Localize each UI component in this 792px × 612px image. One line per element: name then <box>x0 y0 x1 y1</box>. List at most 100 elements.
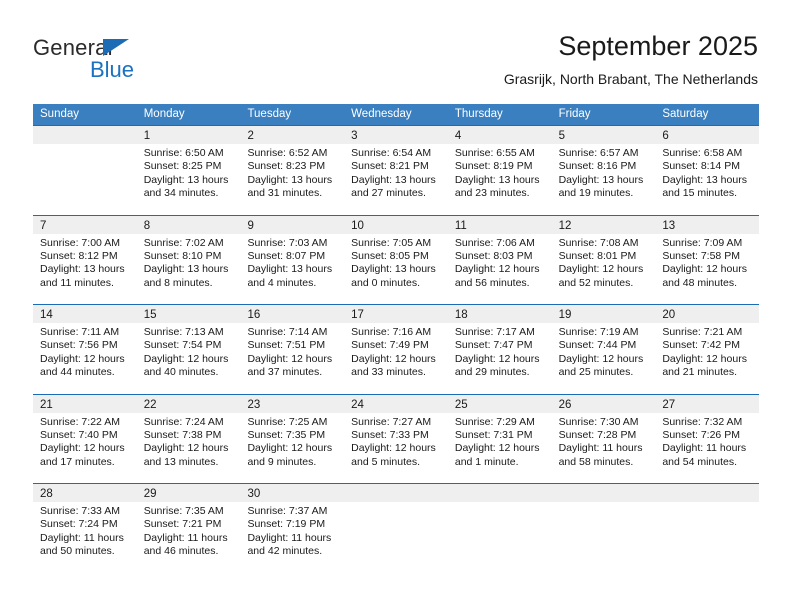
day-cell[interactable]: 1 Sunrise: 6:50 AM Sunset: 8:25 PM Daylight… <box>136 126 241 215</box>
day-number: 13 <box>662 219 676 232</box>
sunrise-text: Sunrise: 6:52 AM <box>247 147 328 159</box>
day-cell[interactable]: 21 Sunrise: 7:22 AM Sunset: 7:40 PM Dayligh… <box>33 394 137 483</box>
day-cell[interactable]: 28 Sunrise: 7:33 AM Sunset: 7:24 PM Dayligh… <box>33 484 137 573</box>
day-cell[interactable]: 17 Sunrise: 7:16 AM Sunset: 7:49 PM Dayligh… <box>344 305 448 394</box>
general-blue-logo: General Blue <box>33 36 233 84</box>
day-sun-info: Sunrise: 7:30 AM Sunset: 7:28 PM Daylight:… <box>552 413 656 470</box>
daylight-text: Daylight: 11 hours and 54 minutes. <box>662 442 747 468</box>
day-sun-info: Sunrise: 7:06 AM Sunset: 8:03 PM Daylight:… <box>448 234 552 291</box>
day-cell[interactable]: 19 Sunrise: 7:19 AM Sunset: 7:44 PM Dayligh… <box>551 305 656 394</box>
sunrise-text: Sunrise: 7:32 AM <box>662 415 743 428</box>
day-cell[interactable]: 25 Sunrise: 7:29 AM Sunset: 7:31 PM Dayligh… <box>447 394 552 483</box>
day-cell[interactable]: 5 Sunrise: 6:57 AM Sunset: 8:16 PM Daylight… <box>551 126 656 215</box>
day-cell[interactable]: 18 Sunrise: 7:17 AM Sunset: 7:47 PM Dayligh… <box>447 305 552 394</box>
day-number: 4 <box>454 130 462 142</box>
sunrise-text: Sunrise: 7:08 AM <box>558 236 639 249</box>
day-number-band: 15 <box>136 305 241 323</box>
day-number: 24 <box>351 398 364 411</box>
sunset-text: Sunset: 7:47 PM <box>454 339 533 352</box>
page-header: General Blue September 2025 Grasrijk, No… <box>0 0 792 104</box>
day-cell[interactable]: 10 Sunrise: 7:05 AM Sunset: 8:05 PM Dayligh… <box>344 215 448 304</box>
day-number-band: 28 <box>33 484 137 502</box>
sunset-text: Sunset: 8:07 PM <box>247 249 326 262</box>
day-number: 28 <box>40 488 53 500</box>
calendar-page: General Blue September 2025 Grasrijk, No… <box>0 0 792 612</box>
day-cell[interactable]: 2 Sunrise: 6:52 AM Sunset: 8:23 PM Daylight… <box>240 126 345 215</box>
day-cell[interactable]: 24 Sunrise: 7:27 AM Sunset: 7:33 PM Dayligh… <box>344 394 448 483</box>
calendar-week-row: 1 Sunrise: 6:50 AM Sunset: 8:25 PM Daylight… <box>33 125 760 215</box>
day-cell[interactable]: 8 Sunrise: 7:02 AM Sunset: 8:10 PM Daylight… <box>136 215 241 304</box>
sunset-text: Sunset: 7:58 PM <box>662 249 740 262</box>
sunrise-text: Sunrise: 6:58 AM <box>662 147 743 159</box>
day-cell[interactable]: 29 Sunrise: 7:35 AM Sunset: 7:21 PM Dayligh… <box>136 484 241 573</box>
sunrise-text: Sunrise: 7:06 AM <box>454 236 535 249</box>
sunset-text: Sunset: 8:05 PM <box>351 249 429 262</box>
day-sun-info: Sunrise: 7:14 AM Sunset: 7:51 PM Daylight:… <box>240 323 344 380</box>
day-cell[interactable]: 20 Sunrise: 7:21 AM Sunset: 7:42 PM Dayligh… <box>655 305 760 394</box>
day-cell[interactable]: 4 Sunrise: 6:55 AM Sunset: 8:19 PM Daylight… <box>447 126 552 215</box>
sunset-text: Sunset: 8:16 PM <box>558 160 637 173</box>
day-number-band: 12 <box>551 215 656 234</box>
sunset-text: Sunset: 7:54 PM <box>143 339 222 352</box>
daylight-text: Daylight: 12 hours and 52 minutes. <box>558 263 644 289</box>
day-cell[interactable]: 14 Sunrise: 7:11 AM Sunset: 7:56 PM Dayligh… <box>33 305 137 394</box>
day-cell[interactable]: 16 Sunrise: 7:14 AM Sunset: 7:51 PM Dayligh… <box>240 305 345 394</box>
weekday-tuesday: Tuesday <box>247 108 292 120</box>
day-cell[interactable]: 9 Sunrise: 7:03 AM Sunset: 8:07 PM Daylight… <box>240 215 345 304</box>
day-number: 22 <box>143 398 157 411</box>
daylight-text: Daylight: 12 hours and 17 minutes. <box>40 442 125 468</box>
sunrise-text: Sunrise: 6:54 AM <box>351 147 432 159</box>
sunrise-text: Sunrise: 6:50 AM <box>143 147 224 159</box>
day-number-band <box>551 484 656 502</box>
sunset-text: Sunset: 7:31 PM <box>454 428 533 441</box>
day-sun-info: Sunrise: 7:32 AM Sunset: 7:26 PM Daylight:… <box>655 413 759 470</box>
day-cell[interactable]: 13 Sunrise: 7:09 AM Sunset: 7:58 PM Dayligh… <box>655 215 760 304</box>
daylight-text: Daylight: 13 hours and 0 minutes. <box>351 263 436 289</box>
day-cell[interactable]: 23 Sunrise: 7:25 AM Sunset: 7:35 PM Dayligh… <box>240 394 345 483</box>
day-cell-empty <box>447 484 552 573</box>
day-number-band: 5 <box>551 126 656 144</box>
sunset-text: Sunset: 7:24 PM <box>40 518 118 531</box>
sunrise-text: Sunrise: 6:57 AM <box>558 147 639 159</box>
day-sun-info: Sunrise: 7:21 AM Sunset: 7:42 PM Daylight:… <box>655 323 759 380</box>
day-sun-info: Sunrise: 6:55 AM Sunset: 8:19 PM Daylight:… <box>448 144 552 201</box>
daylight-text: Daylight: 13 hours and 19 minutes. <box>558 173 644 200</box>
day-number-band: 11 <box>447 215 552 234</box>
sunset-text: Sunset: 7:28 PM <box>558 428 637 441</box>
day-number-band: 18 <box>447 305 552 323</box>
day-number-band: 22 <box>136 394 241 413</box>
calendar-weeks: 1 Sunrise: 6:50 AM Sunset: 8:25 PM Daylight… <box>33 125 760 573</box>
day-cell[interactable]: 22 Sunrise: 7:24 AM Sunset: 7:38 PM Dayligh… <box>136 394 241 483</box>
day-sun-info: Sunrise: 6:54 AM Sunset: 8:21 PM Daylight:… <box>344 144 448 201</box>
day-number: 18 <box>454 309 468 321</box>
day-cell[interactable]: 3 Sunrise: 6:54 AM Sunset: 8:21 PM Daylight… <box>344 126 448 215</box>
daylight-text: Daylight: 12 hours and 5 minutes. <box>351 442 436 468</box>
sunset-text: Sunset: 7:19 PM <box>247 518 326 531</box>
day-number: 11 <box>454 219 467 232</box>
day-number-band <box>655 484 760 502</box>
day-cell[interactable]: 30 Sunrise: 7:37 AM Sunset: 7:19 PM Dayligh… <box>240 484 345 573</box>
sunset-text: Sunset: 7:21 PM <box>143 518 222 531</box>
day-sun-info <box>655 502 759 505</box>
day-cell[interactable]: 26 Sunrise: 7:30 AM Sunset: 7:28 PM Dayligh… <box>551 394 656 483</box>
day-number-band: 7 <box>33 215 137 234</box>
daylight-text: Daylight: 11 hours and 50 minutes. <box>40 531 124 558</box>
day-sun-info: Sunrise: 7:03 AM Sunset: 8:07 PM Daylight:… <box>240 234 344 291</box>
sunset-text: Sunset: 7:35 PM <box>247 428 326 441</box>
day-number-band: 21 <box>33 394 137 413</box>
calendar-week-row: 14 Sunrise: 7:11 AM Sunset: 7:56 PM Dayligh… <box>33 304 760 394</box>
day-cell[interactable]: 11 Sunrise: 7:06 AM Sunset: 8:03 PM Dayligh… <box>447 215 552 304</box>
daylight-text: Daylight: 12 hours and 1 minute. <box>454 442 540 468</box>
location-subtitle: Grasrijk, North Brabant, The Netherlands <box>503 71 758 87</box>
day-cell[interactable]: 7 Sunrise: 7:00 AM Sunset: 8:12 PM Daylight… <box>33 215 137 304</box>
day-cell[interactable]: 15 Sunrise: 7:13 AM Sunset: 7:54 PM Dayligh… <box>136 305 241 394</box>
daylight-text: Daylight: 12 hours and 48 minutes. <box>662 263 747 289</box>
day-cell[interactable]: 27 Sunrise: 7:32 AM Sunset: 7:26 PM Dayligh… <box>655 394 760 483</box>
triangle-icon <box>103 39 129 56</box>
day-cell-empty <box>551 484 656 573</box>
day-cell[interactable]: 12 Sunrise: 7:08 AM Sunset: 8:01 PM Dayligh… <box>551 215 656 304</box>
day-number: 21 <box>40 398 53 411</box>
day-cell[interactable]: 6 Sunrise: 6:58 AM Sunset: 8:14 PM Daylight… <box>655 126 760 215</box>
daylight-text: Daylight: 12 hours and 44 minutes. <box>40 352 125 379</box>
day-sun-info <box>344 502 448 505</box>
